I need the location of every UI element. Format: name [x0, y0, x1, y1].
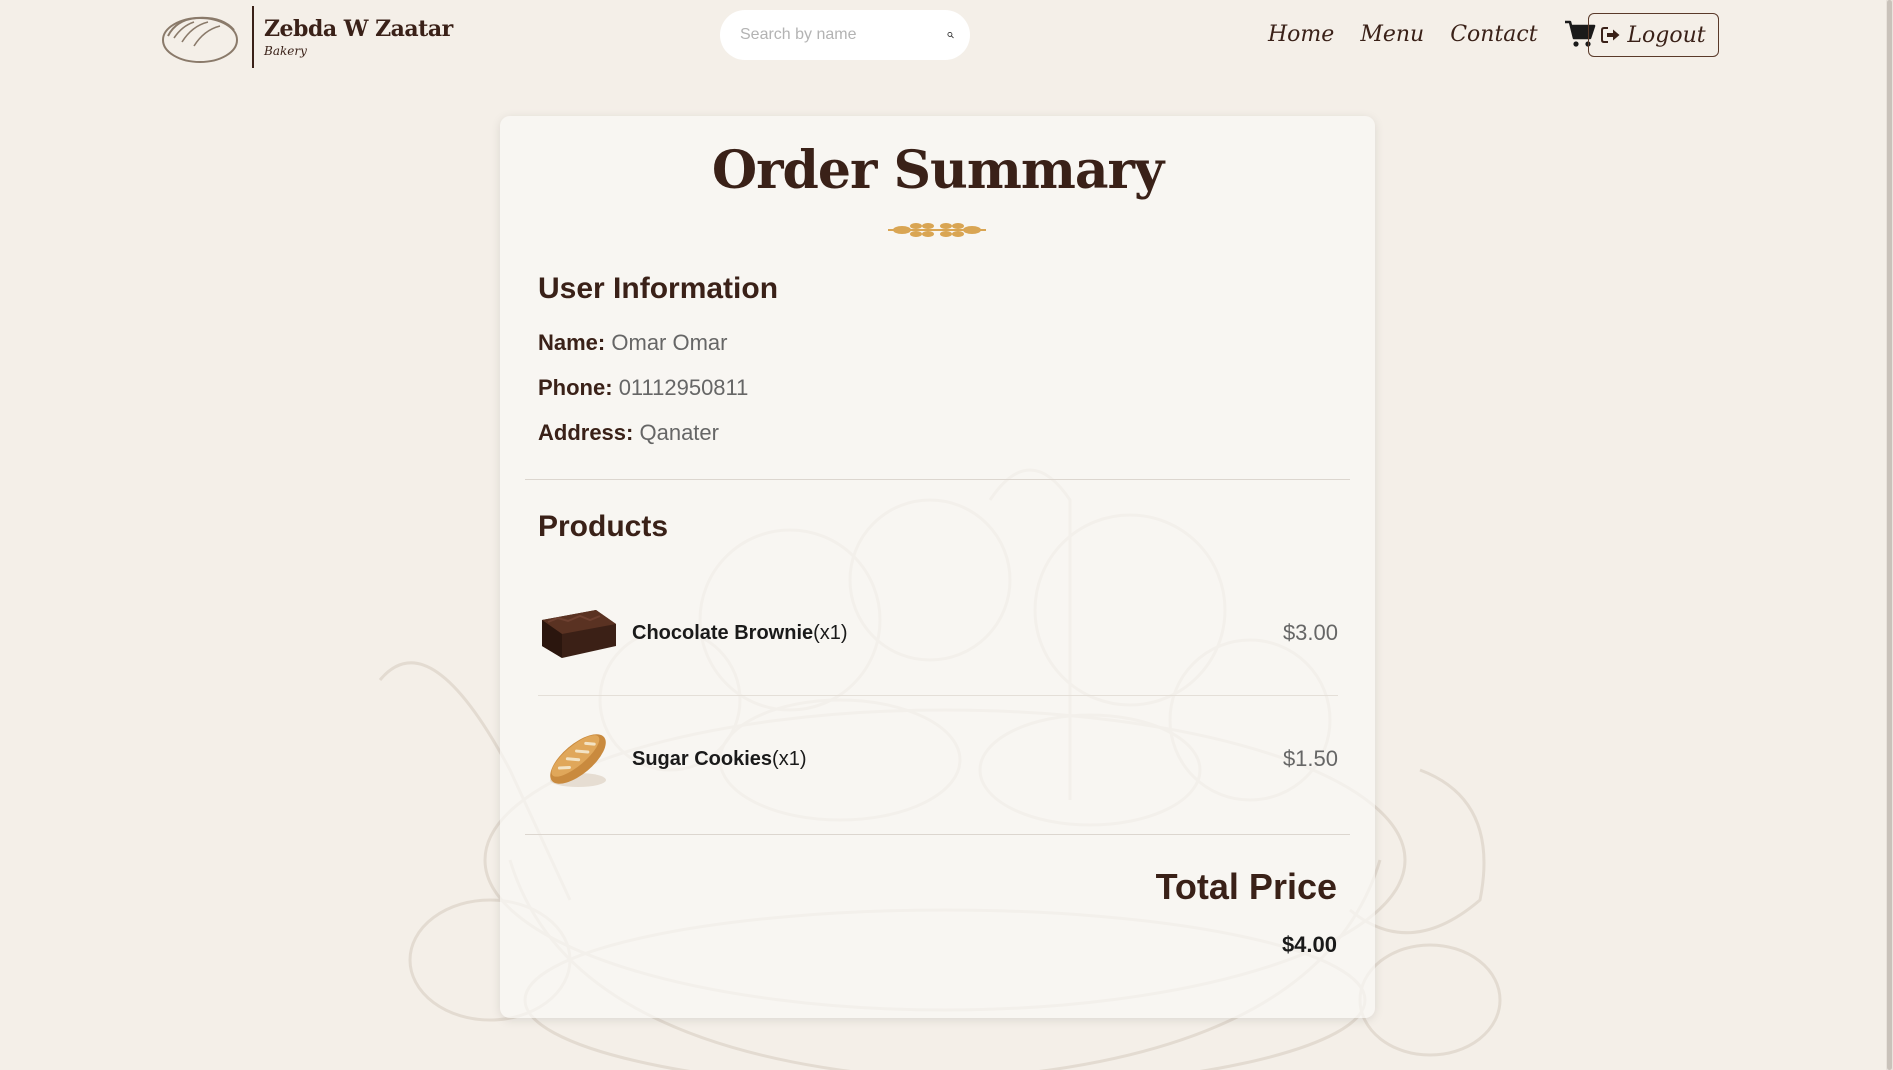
- total-price-value: $4.00: [1281, 932, 1337, 957]
- brand-logo[interactable]: Zebda W Zaatar Bakery: [160, 6, 453, 68]
- product-row: Sugar Cookies (x1) $1.50: [538, 704, 1338, 814]
- product-row: Chocolate Brownie (x1) $3.00: [538, 578, 1338, 688]
- product-row-divider: [538, 695, 1338, 696]
- search-input[interactable]: [740, 26, 947, 44]
- brownie-image: [542, 610, 616, 658]
- address-value: Qanater: [639, 420, 719, 445]
- product-price: $1.50: [1282, 746, 1338, 771]
- nav-home-link[interactable]: Home: [1268, 22, 1334, 47]
- search-icon[interactable]: [947, 24, 954, 46]
- section-divider: [525, 834, 1350, 835]
- logout-label: Logout: [1627, 22, 1706, 48]
- name-value: Omar Omar: [611, 330, 728, 355]
- search-bar: [720, 10, 970, 60]
- user-info-heading: User Information: [538, 272, 779, 305]
- product-name: Chocolate Brownie: [632, 621, 814, 644]
- products-heading: Products: [538, 510, 669, 543]
- total-price-label: Total Price: [1155, 866, 1337, 907]
- address-label: Address:: [538, 420, 634, 445]
- name-label: Name:: [538, 330, 606, 355]
- nav-links: Home Menu Contact: [1268, 18, 1620, 50]
- user-address-line: Address: Qanater: [538, 420, 719, 446]
- brand-name: Zebda W Zaatar: [264, 16, 453, 42]
- product-price: $3.00: [1282, 620, 1338, 645]
- order-summary-card: Order Summary User Information Name: Oma…: [500, 116, 1375, 1018]
- nav-contact-link[interactable]: Contact: [1450, 22, 1537, 47]
- navbar: Zebda W Zaatar Bakery Home Menu Contact …: [0, 0, 1893, 70]
- brand-text: Zebda W Zaatar Bakery: [264, 16, 453, 58]
- product-name: Sugar Cookies: [632, 747, 773, 770]
- logout-icon: [1601, 27, 1620, 43]
- logo-divider: [252, 6, 254, 68]
- bread-roll-image: [550, 734, 606, 787]
- section-divider: [525, 479, 1350, 480]
- scrollbar-thumb[interactable]: [1887, 0, 1892, 1070]
- nav-menu-link[interactable]: Menu: [1360, 22, 1424, 47]
- bread-icon: [162, 16, 238, 63]
- phone-value: 01112950811: [618, 375, 749, 400]
- logout-button[interactable]: Logout: [1588, 13, 1719, 57]
- user-phone-line: Phone: 01112950811: [538, 375, 748, 401]
- phone-label: Phone:: [538, 375, 613, 400]
- wheat-divider-icon: [888, 223, 986, 237]
- product-quantity: (x1): [813, 621, 848, 644]
- brand-subtitle: Bakery: [264, 44, 307, 58]
- user-name-line: Name: Omar Omar: [538, 330, 728, 356]
- product-quantity: (x1): [772, 747, 807, 770]
- page-title: Order Summary: [711, 140, 1164, 201]
